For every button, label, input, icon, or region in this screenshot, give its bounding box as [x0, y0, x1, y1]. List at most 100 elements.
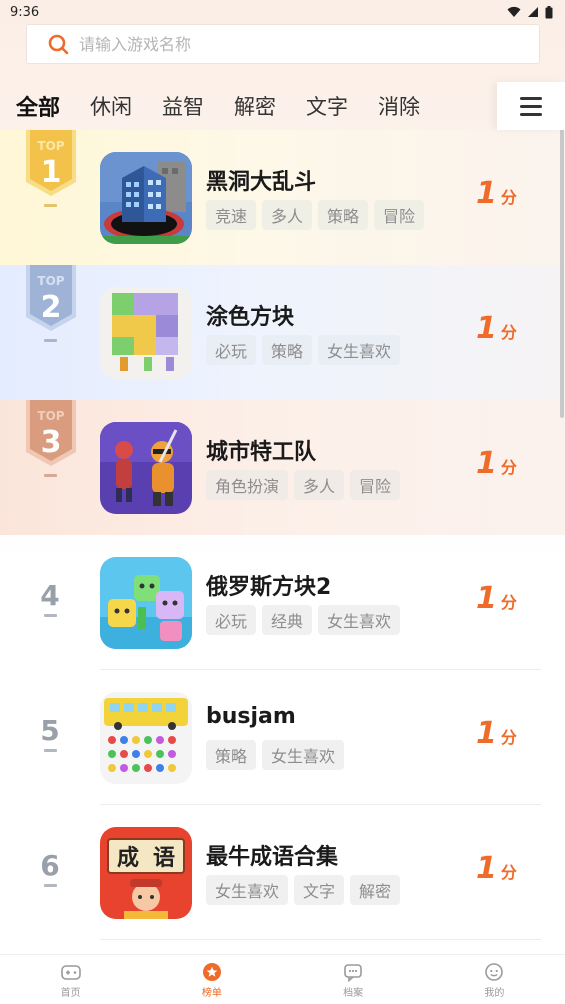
- nav-archive[interactable]: 档案: [283, 955, 424, 1004]
- tag: 策略: [206, 740, 257, 770]
- tag-list: 策略 女生喜欢: [206, 740, 345, 770]
- bronze-rank-badge-icon: TOP 3: [26, 400, 76, 466]
- rank-star-icon: [202, 963, 221, 981]
- game-name: 最牛成语合集: [206, 845, 339, 870]
- gamepad-icon: [60, 965, 81, 980]
- archive-chat-icon: [344, 964, 362, 982]
- svg-text:TOP: TOP: [37, 139, 64, 153]
- game-name: 黑洞大乱斗: [206, 170, 317, 195]
- game-name: busjam: [206, 704, 296, 729]
- tag: 女生喜欢: [262, 740, 345, 770]
- game-icon-tetris[interactable]: [100, 557, 192, 649]
- tag-list: 必玩 策略 女生喜欢: [206, 335, 401, 365]
- status-time: 9:36: [10, 4, 40, 20]
- nav-ranking[interactable]: 榜单: [141, 955, 282, 1004]
- nav-label: 榜单: [201, 988, 222, 999]
- status-bar: 9:36: [0, 0, 565, 24]
- rank-number: 6: [38, 849, 62, 887]
- game-icon-color-blocks[interactable]: [100, 287, 192, 379]
- tag: 冒险: [350, 470, 401, 500]
- tab-all[interactable]: 全部: [16, 90, 60, 122]
- score-value: 1: [476, 851, 497, 886]
- search-bar[interactable]: [26, 24, 540, 64]
- score-value: 1: [476, 716, 497, 751]
- tag-list: 必玩 经典 女生喜欢: [206, 605, 401, 635]
- list-item[interactable]: 6 成 语 最牛成语合集 女生喜欢 文字 解密 1分: [0, 805, 565, 940]
- svg-text:1: 1: [41, 155, 62, 190]
- score-unit: 分: [500, 593, 517, 612]
- tag-list: 女生喜欢 文字 解密: [206, 875, 401, 905]
- tag: 策略: [262, 335, 313, 365]
- tag: 策略: [318, 200, 369, 230]
- svg-text:成: 成: [117, 846, 139, 871]
- tag: 竞速: [206, 200, 257, 230]
- score-unit: 分: [500, 188, 517, 207]
- tag: 多人: [294, 470, 345, 500]
- tag: 女生喜欢: [318, 335, 401, 365]
- tag: 冒险: [374, 200, 425, 230]
- list-item[interactable]: TOP 3 城市特工队 角色扮演 多人 冒险 1分: [0, 400, 565, 535]
- tag: 女生喜欢: [206, 875, 289, 905]
- score-value: 1: [476, 176, 497, 211]
- nav-label: 档案: [343, 988, 364, 999]
- signal-icon: [528, 7, 538, 17]
- tag: 角色扮演: [206, 470, 289, 500]
- silver-rank-badge-icon: TOP 2: [26, 265, 76, 331]
- rank-number: 4: [38, 579, 62, 617]
- tab-puzzle[interactable]: 益智: [162, 91, 204, 121]
- score-value: 1: [476, 311, 497, 346]
- game-name: 城市特工队: [206, 440, 317, 465]
- tag: 必玩: [206, 335, 257, 365]
- game-score: 1分: [476, 581, 517, 616]
- game-name: 涂色方块: [206, 305, 295, 330]
- list-item[interactable]: 5 busjam 策略 女生喜欢 1 分: [0, 670, 565, 805]
- game-score: 1分: [476, 851, 517, 886]
- game-icon-busjam[interactable]: [100, 692, 192, 784]
- game-icon-idiom-collection[interactable]: 成 语: [100, 827, 192, 919]
- wifi-icon: [507, 6, 521, 17]
- svg-text:语: 语: [153, 846, 175, 871]
- search-input[interactable]: [79, 34, 499, 54]
- list-item[interactable]: TOP 2 涂色方块 必玩 策略 女生喜欢 1 分: [0, 265, 565, 400]
- score-unit: 分: [500, 458, 517, 477]
- battery-icon: [545, 5, 553, 18]
- tag: 女生喜欢: [318, 605, 401, 635]
- game-score: 1分: [476, 311, 517, 346]
- game-icon-black-hole[interactable]: [100, 152, 192, 244]
- game-score: 1分: [476, 176, 517, 211]
- list-item[interactable]: TOP 1 黑洞大乱斗 竞速 多人 策略 冒险 1 分: [0, 130, 565, 265]
- gold-rank-badge-icon: TOP 1: [26, 130, 76, 196]
- list-item[interactable]: 4 俄罗斯方块2 必玩 经典 女生喜欢 1分: [0, 535, 565, 670]
- tag-list: 角色扮演 多人 冒险: [206, 470, 401, 500]
- tab-decrypt[interactable]: 解密: [234, 91, 276, 121]
- tab-word[interactable]: 文字: [306, 91, 348, 121]
- tag: 解密: [350, 875, 401, 905]
- menu-icon: [520, 96, 542, 100]
- bottom-nav: 首页 榜单 档案 我的: [0, 954, 565, 1004]
- menu-button[interactable]: [497, 82, 565, 130]
- nav-label: 我的: [484, 988, 505, 999]
- score-value: 1: [476, 581, 497, 616]
- game-score: 1分: [476, 446, 517, 481]
- tag: 必玩: [206, 605, 257, 635]
- divider: [100, 939, 541, 940]
- ranking-list: TOP 1 黑洞大乱斗 竞速 多人 策略 冒险 1 分 TOP 2 涂色方块 必…: [0, 130, 565, 940]
- profile-face-icon: [485, 963, 504, 981]
- svg-text:2: 2: [41, 290, 62, 325]
- game-name: 俄罗斯方块2: [206, 575, 332, 600]
- game-icon-city-agents[interactable]: [100, 422, 192, 514]
- status-icons: [507, 5, 553, 19]
- nav-profile[interactable]: 我的: [424, 955, 565, 1004]
- tab-eliminate[interactable]: 消除: [378, 91, 420, 121]
- game-score: 1分: [476, 716, 517, 751]
- svg-text:3: 3: [41, 425, 62, 460]
- tag-list: 竞速 多人 策略 冒险: [206, 200, 425, 230]
- scrollbar[interactable]: [560, 128, 564, 418]
- score-unit: 分: [500, 863, 517, 882]
- nav-home[interactable]: 首页: [0, 955, 141, 1004]
- tab-casual[interactable]: 休闲: [90, 91, 132, 121]
- score-unit: 分: [500, 323, 517, 342]
- tag: 文字: [294, 875, 345, 905]
- rank-number: 5: [38, 714, 62, 752]
- score-value: 1: [476, 446, 497, 481]
